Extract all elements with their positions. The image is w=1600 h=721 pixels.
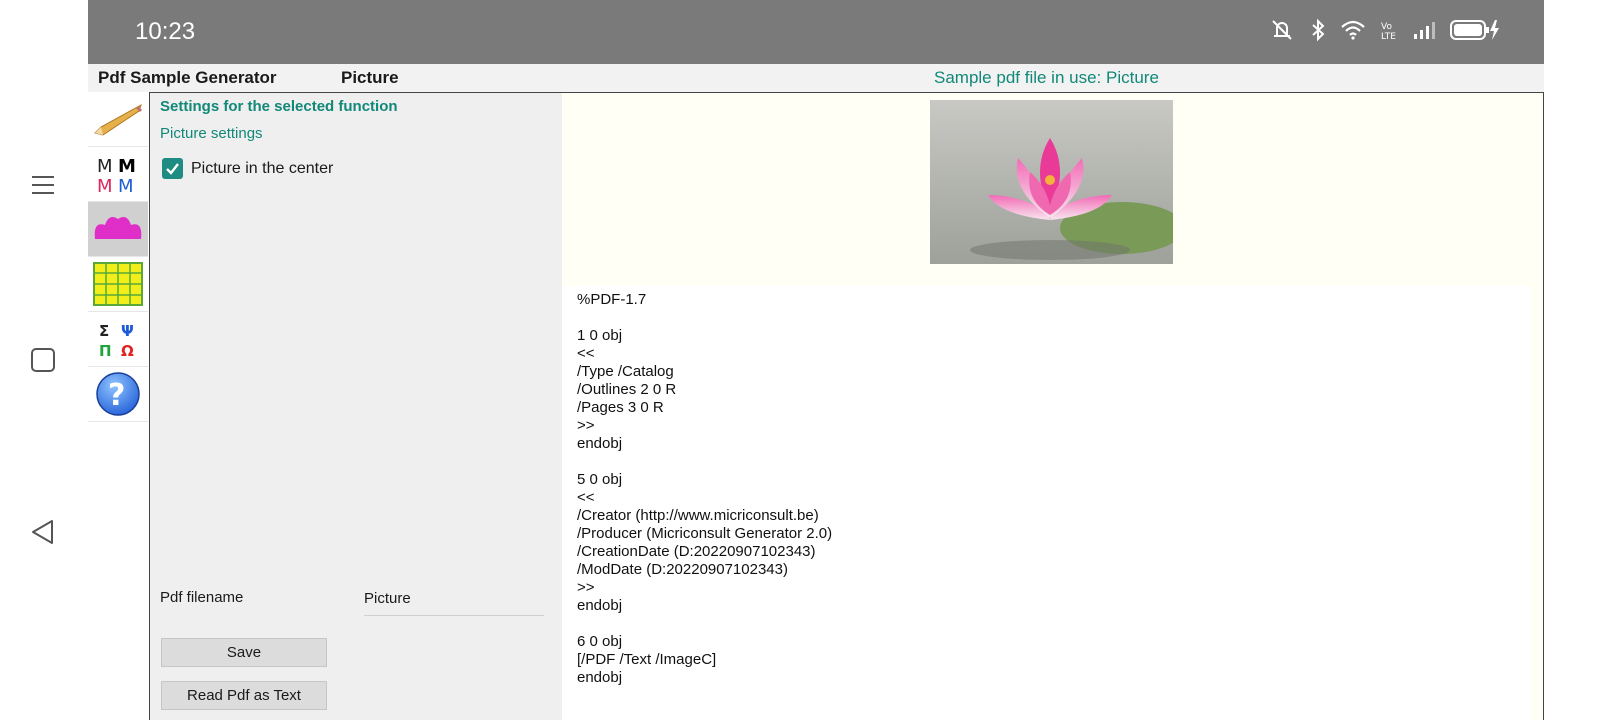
fonts-icon: M M M M bbox=[97, 156, 136, 195]
center-checkbox-label: Picture in the center bbox=[191, 159, 334, 177]
svg-text:Ψ: Ψ bbox=[121, 322, 134, 340]
tool-symbols[interactable]: Σ Ψ Π Ω bbox=[88, 312, 148, 367]
svg-text:M: M bbox=[97, 176, 113, 195]
save-button[interactable]: Save bbox=[161, 638, 327, 667]
read-pdf-as-text-button[interactable]: Read Pdf as Text bbox=[161, 681, 327, 710]
center-picture-option[interactable]: Picture in the center bbox=[162, 158, 333, 179]
system-nav-bar bbox=[0, 0, 88, 720]
tool-pencil[interactable] bbox=[88, 92, 148, 147]
home-square-icon[interactable] bbox=[28, 345, 58, 375]
svg-text:Π: Π bbox=[99, 342, 112, 360]
pdf-source-text: %PDF-1.7 1 0 obj << /Type /Catalog /Outl… bbox=[577, 291, 833, 686]
tool-column: M M M M Σ Ψ Π Ω ? bbox=[88, 92, 148, 422]
status-icons: Vo LTE bbox=[1268, 18, 1500, 46]
svg-text:Vo: Vo bbox=[1381, 22, 1392, 32]
menu-icon[interactable] bbox=[28, 170, 58, 200]
svg-text:M: M bbox=[118, 176, 134, 195]
help-icon: ? bbox=[96, 372, 140, 416]
lotus-picture bbox=[930, 100, 1173, 264]
svg-text:LTE: LTE bbox=[1381, 32, 1396, 42]
table-grid-icon bbox=[93, 262, 143, 306]
settings-title: Settings for the selected function bbox=[160, 98, 398, 115]
tool-picture[interactable] bbox=[88, 202, 148, 257]
sample-info: Sample pdf file in use: Picture bbox=[934, 68, 1159, 87]
app-title: Pdf Sample Generator bbox=[98, 68, 277, 87]
svg-text:Ω: Ω bbox=[121, 342, 134, 360]
tool-fonts[interactable]: M M M M bbox=[88, 147, 148, 202]
tool-help[interactable]: ? bbox=[88, 367, 148, 422]
settings-panel: Settings for the selected function Pictu… bbox=[149, 92, 562, 720]
pencil-icon bbox=[94, 103, 143, 136]
svg-text:Σ: Σ bbox=[99, 322, 109, 340]
bluetooth-icon bbox=[1310, 18, 1326, 47]
mute-bell-icon bbox=[1268, 18, 1296, 47]
battery-charging-icon bbox=[1450, 18, 1500, 47]
lotus-picture-icon bbox=[94, 217, 142, 239]
wifi-icon bbox=[1340, 18, 1366, 47]
pdf-preview: %PDF-1.7 1 0 obj << /Type /Catalog /Outl… bbox=[562, 92, 1544, 721]
check-icon bbox=[166, 163, 179, 175]
status-bar: 10:23 Vo LTE bbox=[88, 0, 1544, 64]
filename-field[interactable]: Picture bbox=[364, 590, 544, 616]
clock: 10:23 bbox=[135, 18, 196, 45]
svg-text:M: M bbox=[118, 156, 136, 177]
filename-label: Pdf filename bbox=[160, 589, 244, 606]
center-checkbox[interactable] bbox=[162, 158, 183, 179]
volte-icon: Vo LTE bbox=[1380, 18, 1398, 47]
back-triangle-icon[interactable] bbox=[28, 517, 58, 547]
signal-icon bbox=[1412, 18, 1436, 47]
picture-settings-heading: Picture settings bbox=[160, 125, 263, 142]
greek-symbols-icon: Σ Ψ Π Ω bbox=[99, 322, 134, 360]
tool-table[interactable] bbox=[88, 257, 148, 312]
svg-text:M: M bbox=[97, 156, 113, 177]
svg-text:?: ? bbox=[108, 378, 125, 413]
app-header: Pdf Sample Generator Picture Sample pdf … bbox=[88, 64, 1544, 92]
function-title: Picture bbox=[341, 68, 399, 87]
